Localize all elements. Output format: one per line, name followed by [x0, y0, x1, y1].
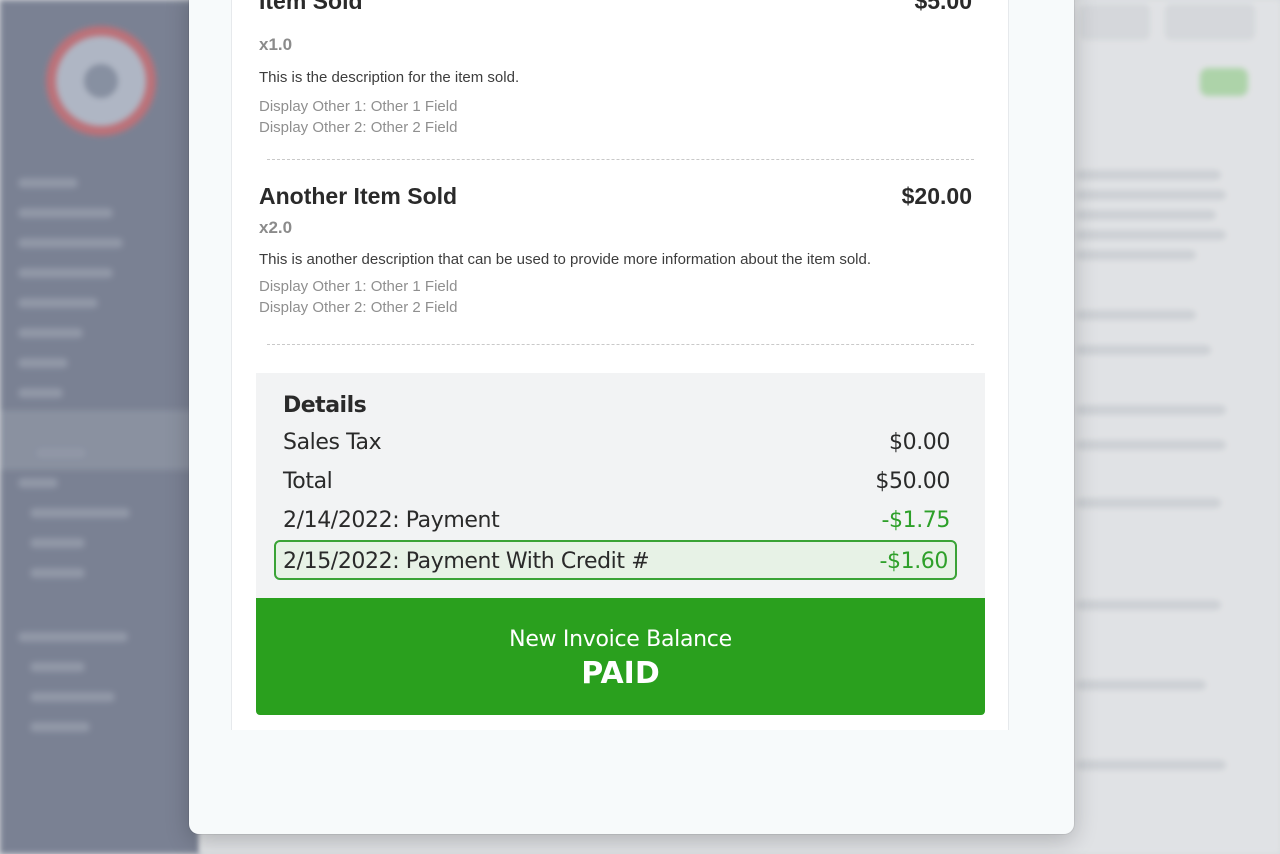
- item-price: $5.00: [914, 0, 972, 14]
- balance-status: PAID: [581, 656, 660, 691]
- item-description: This is another description that can be …: [259, 251, 872, 268]
- details-row-value: $50.00: [875, 469, 950, 494]
- details-row-total: Total $50.00: [283, 463, 950, 501]
- line-item: Another Item Sold $20.00 x2.0 This is an…: [259, 183, 972, 333]
- details-title: Details: [283, 393, 367, 418]
- item-description: This is the description for the item sol…: [259, 69, 520, 86]
- balance-label: New Invoice Balance: [509, 627, 732, 652]
- details-row-label: Total: [283, 469, 333, 494]
- item-divider: [267, 159, 974, 160]
- item-quantity: x1.0: [259, 35, 293, 54]
- item-other-field-2: Display Other 2: Other 2 Field: [259, 299, 458, 316]
- invoice-sheet: Item Sold $5.00 x1.0 This is the descrip…: [231, 0, 1009, 730]
- details-row-sales-tax: Sales Tax $0.00: [283, 424, 950, 462]
- item-quantity: x2.0: [259, 218, 293, 237]
- details-row-label: 2/14/2022: Payment: [283, 508, 500, 533]
- item-name: Item Sold: [259, 0, 363, 14]
- line-item: Item Sold $5.00 x1.0 This is the descrip…: [259, 0, 972, 138]
- item-price: $20.00: [901, 183, 972, 209]
- details-row-value: -$1.75: [881, 508, 950, 533]
- details-row-payment: 2/14/2022: Payment -$1.75: [283, 502, 950, 540]
- details-row-label: 2/15/2022: Payment With Credit #: [283, 549, 650, 574]
- invoice-modal: Item Sold $5.00 x1.0 This is the descrip…: [189, 0, 1074, 834]
- item-other-field-1: Display Other 1: Other 1 Field: [259, 98, 458, 115]
- item-other-field-2: Display Other 2: Other 2 Field: [259, 119, 458, 136]
- details-row-label: Sales Tax: [283, 430, 382, 455]
- item-name: Another Item Sold: [259, 183, 458, 209]
- details-row-payment-credit[interactable]: 2/15/2022: Payment With Credit # -$1.60: [274, 540, 957, 580]
- item-other-field-1: Display Other 1: Other 1 Field: [259, 278, 458, 295]
- details-row-value: $0.00: [889, 430, 950, 455]
- details-row-value: -$1.60: [879, 549, 948, 574]
- details-section: Details Sales Tax $0.00 Total $50.00 2/1…: [256, 373, 985, 598]
- item-divider: [267, 344, 974, 345]
- invoice-balance-banner: New Invoice Balance PAID: [256, 598, 985, 715]
